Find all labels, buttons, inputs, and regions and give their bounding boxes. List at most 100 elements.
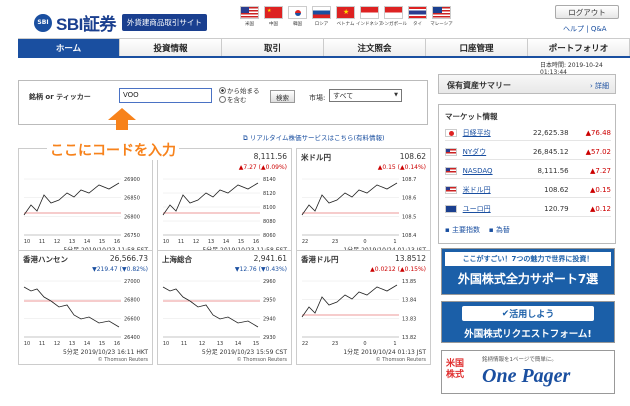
y-tick-label: 2940 [263,316,276,322]
y-tick-label: 8060 [263,233,276,239]
sbi-logo-mark: SBI [34,13,52,32]
flag-th[interactable]: タイ [406,6,429,33]
sbi-logo[interactable]: SBI SBI証券 外貨建商品取引サイト [34,10,207,35]
market-row-change: ▲57.02 [585,147,611,156]
market-row-name[interactable]: NYダウ [463,147,519,157]
price-chart: 8140812081008080806010 11 12 13 14 15 16 [162,177,276,245]
radio-contains-label: を含む [227,96,247,104]
banner-onepager-sub: 銘柄情報を1ページで簡単に。 [482,357,557,363]
flag-us-icon [445,147,457,156]
flag-my[interactable]: マレーシア [430,6,453,33]
nav-tab-0[interactable]: ホーム [18,39,120,56]
search-button[interactable]: 検索 [270,90,295,103]
y-tick-label: 26750 [124,233,140,239]
flag-kr-icon [288,6,307,19]
radio-starts-with[interactable]: から始まる [219,87,260,96]
market-row-value: 26,845.12 [532,147,569,156]
banner-onepager-main: One Pager [482,365,571,387]
banner-request[interactable]: ✔ 活用しよう 外国株式リクエストフォーム! [441,301,615,343]
y-tick-label: 26600 [124,316,140,322]
flag-ru[interactable]: ロシア [310,6,333,33]
nav-tab-2[interactable]: 取引 [222,39,324,56]
price-line [162,286,259,328]
banner-onepager-kanji: 米国株式 [446,359,465,380]
y-tick-label: 108.4 [402,233,416,239]
flag-label: タイ [413,22,422,27]
card-change: ▼219.47 (▼0.82%) [19,266,148,273]
radio-icon [219,96,226,103]
card-footer: 1分足 2019/10/24 01:13 JST [343,349,426,356]
market-row-change: ▲76.48 [585,128,611,137]
y-tick-label: 13.85 [402,279,416,285]
market-row-name[interactable]: ユーロ円 [463,204,519,214]
market-chart-card[interactable]: 26900268502680026750101112131415165分足 20… [18,148,153,263]
market-links: ▪ 主要指数 ▪ 為替 [445,225,510,235]
card-name: 香港ドル円 [301,255,339,264]
flag-label: ロシア [314,22,329,27]
qa-link[interactable]: Q&A [591,25,607,33]
market-chart-card[interactable]: 8,111.56 ▲7.27 (▲0.09%) 8140 8120 8100 8080 80… [157,148,292,263]
fx-link-label: 為替 [495,226,510,234]
y-tick-label: 13.84 [402,298,416,304]
market-row-name[interactable]: 日経平均 [463,128,519,138]
radio-contains[interactable]: を含む [219,96,260,105]
fx-link[interactable]: ▪ 為替 [489,226,510,234]
flag-cn[interactable]: ★ 中国 [262,6,285,33]
nav-tab-4[interactable]: 口座管理 [426,39,528,56]
market-chart-card[interactable]: 香港ドル円 13.8512 ▲0.0212 (▲0.15%) 13.85 13.84 13… [296,250,431,365]
card-price: 8,111.56 [253,152,287,161]
ticker-search-input[interactable]: VOO [119,88,212,103]
flag-sg-icon [384,6,403,19]
y-tick-label: 13.83 [402,316,416,322]
y-tick-label: 2950 [263,298,276,304]
market-row-value: 120.79 [544,204,569,213]
price-chart: 108.7108.6108.5108.422 23 0 1 [301,177,416,245]
help-links: ヘルプ | Q&A [563,24,607,34]
y-tick-label: 8100 [263,205,276,211]
holdings-detail-link[interactable]: › 詳細 [590,81,609,91]
help-link[interactable]: ヘルプ [563,25,584,33]
flag-label: 韓国 [293,22,302,27]
y-tick-label: 108.6 [402,196,416,202]
y-tick-label: 27000 [124,279,140,285]
market-chart-card[interactable]: 香港ハンセン 26,566.73 ▼219.47 (▼0.82%) 27000 2680… [18,250,153,365]
main-nav: ホーム 投資情報 取引 注文照会 口座管理 ポートフォリオ [18,38,630,58]
flag-vn-icon: ★ [336,6,355,19]
flag-ru-icon [312,6,331,19]
banner-onepager[interactable]: 米国株式 銘柄情報を1ページで簡単に。 One Pager [441,350,615,394]
banner-support[interactable]: ここがすごい！7つの魅力で世界に投資！ 外国株式全力サポート7選 [441,248,615,295]
market-label: 市場: [309,94,326,102]
market-row-name[interactable]: NASDAQ [463,167,519,175]
market-chart-card[interactable]: 米ドル円 108.62 ▲0.15 (▲0.14%) 108.7 108.6 108.5 1… [296,148,431,263]
market-select[interactable]: すべて [329,89,402,102]
card-change-value: ▲0.0212 [370,266,396,273]
price-line [23,182,120,216]
card-change-pct: (▲0.15%) [397,266,426,273]
site-tagline: 外貨建商品取引サイト [121,14,207,31]
nav-tab-5[interactable]: ポートフォリオ [528,39,630,56]
card-header: 上海総合 2,941.61 [162,254,287,264]
holdings-title: 保有資産サマリー [447,81,511,90]
banner-support-main: 外国株式全力サポート7選 [457,272,599,286]
market-row-name[interactable]: 米ドル円 [463,185,519,195]
nav-tab-3[interactable]: 注文照会 [324,39,426,56]
callout-text: ここにコードを入力 [47,140,179,160]
holdings-detail-label: 詳細 [595,82,609,90]
card-price: 108.62 [399,152,426,161]
card-footer: 5分足 2019/10/23 15:59 CST [201,349,287,356]
flag-us[interactable]: 米国 [238,6,261,33]
flag-id[interactable]: インドネシア [356,6,383,33]
flag-kr[interactable]: 韓国 [286,6,309,33]
index-link[interactable]: ▪ 主要指数 [445,226,480,234]
flag-vn[interactable]: ★ ベトナム [334,6,357,33]
price-line [23,286,120,328]
market-chart-card[interactable]: 上海総合 2,941.61 ▼12.76 (▼0.43%) 2960 2950 2940 2… [157,250,292,365]
realtime-link[interactable]: ⧉ リアルタイム株価サービスはこちら(有料情報) [243,132,385,143]
flag-sg[interactable]: シンガポール [380,6,407,33]
nav-tab-1[interactable]: 投資情報 [120,39,222,56]
country-flags: 米国 ★ 中国 韓国 ロシア ★ ベトナム インドネシア シンガポール タイ マレーシア [238,6,453,33]
y-tick-label: 26850 [124,196,140,202]
logout-button[interactable]: ログアウト [555,5,619,19]
market-row-value: 8,111.56 [537,166,569,175]
flag-th-icon [408,6,427,19]
